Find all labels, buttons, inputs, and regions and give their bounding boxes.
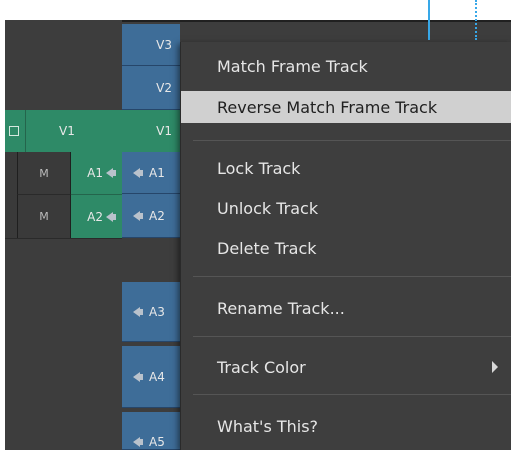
menu-item-whats-this[interactable]: What's This? [181, 410, 511, 442]
track-label: A1 [87, 166, 103, 180]
track-a2-dest[interactable]: A2 [122, 194, 180, 238]
track-label: A2 [149, 208, 165, 223]
monitor-icon[interactable] [9, 126, 19, 136]
speaker-icon [133, 306, 143, 317]
menu-item-track-color[interactable]: Track Color [181, 351, 511, 383]
audio-row-edge [5, 152, 17, 194]
source-track-a1[interactable]: A1 [71, 152, 122, 194]
track-v1-dest[interactable]: V1 [122, 110, 180, 152]
speaker-icon [133, 371, 143, 382]
speaker-icon [106, 211, 116, 222]
track-a5-dest[interactable]: A5 [122, 412, 180, 450]
menu-item-label: Match Frame Track [217, 56, 368, 76]
divider [25, 110, 26, 152]
speaker-icon [133, 437, 143, 447]
menu-item-label: Delete Track [217, 238, 317, 258]
menu-item-label: Lock Track [217, 158, 301, 178]
menu-separator [193, 276, 511, 277]
menu-item-delete-track[interactable]: Delete Track [181, 232, 511, 264]
track-label: V3 [156, 37, 172, 52]
playhead-line[interactable] [428, 0, 430, 40]
menu-item-label: What's This? [217, 416, 319, 436]
speaker-icon [133, 210, 143, 221]
menu-item-label: Reverse Match Frame Track [217, 97, 438, 117]
mark-line [475, 0, 477, 40]
track-a4-dest[interactable]: A4 [122, 346, 180, 408]
track-label: A4 [149, 369, 165, 384]
menu-item-label: Track Color [217, 357, 306, 377]
menu-item-match-frame-track[interactable]: Match Frame Track [181, 50, 511, 82]
track-a1-dest[interactable]: A1 [122, 152, 180, 194]
menu-item-reverse-match-frame-track[interactable]: Reverse Match Frame Track [181, 91, 511, 123]
menu-item-label: Unlock Track [217, 198, 319, 218]
menu-separator [193, 394, 511, 395]
context-menu: Match Frame Track Reverse Match Frame Tr… [180, 42, 511, 450]
timeline-divider [122, 20, 511, 22]
menu-item-label: Rename Track... [217, 298, 345, 318]
menu-item-rename-track[interactable]: Rename Track... [181, 292, 511, 324]
mute-label: M [39, 210, 49, 223]
mute-label: M [39, 166, 49, 180]
track-label: V2 [156, 80, 172, 95]
source-track-v1[interactable]: V1 [5, 110, 122, 152]
track-label: V1 [59, 124, 75, 138]
track-label: A2 [87, 209, 103, 224]
timeline-header [5, 0, 511, 20]
timeline-area: V3 V2 V1 V1 M A1 A1 M A2 A2 A3 A4 A5 Mat… [5, 0, 511, 450]
speaker-icon [106, 168, 116, 178]
submenu-arrow-icon [492, 361, 498, 373]
track-label: A1 [149, 165, 165, 180]
track-label: V1 [156, 124, 172, 138]
track-a3-dest[interactable]: A3 [122, 282, 180, 342]
mute-toggle-a2[interactable]: M [17, 194, 71, 238]
menu-item-lock-track[interactable]: Lock Track [181, 152, 511, 184]
audio-row-edge [5, 194, 17, 238]
mute-toggle-a1[interactable]: M [17, 152, 71, 194]
menu-separator [193, 140, 511, 141]
track-v2-dest[interactable]: V2 [122, 66, 180, 110]
track-label: A3 [149, 304, 165, 319]
speaker-icon [133, 167, 143, 178]
menu-item-unlock-track[interactable]: Unlock Track [181, 192, 511, 224]
source-track-a2[interactable]: A2 [71, 194, 122, 238]
track-label: A5 [149, 435, 165, 449]
menu-separator [193, 336, 511, 337]
track-v3-dest[interactable]: V3 [122, 24, 180, 66]
divider [5, 238, 122, 239]
